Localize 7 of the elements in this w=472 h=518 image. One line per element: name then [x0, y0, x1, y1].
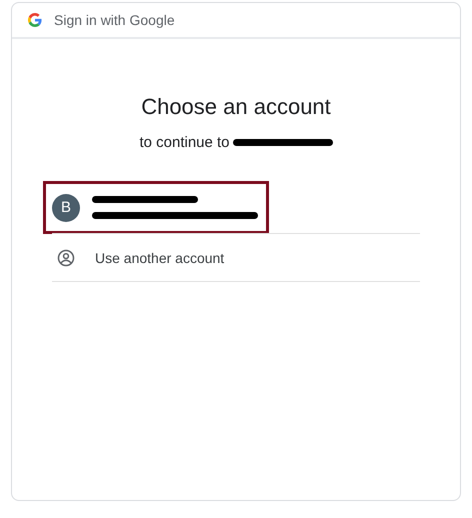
page-heading: Choose an account	[140, 94, 332, 120]
header-title: Sign in with Google	[54, 12, 175, 28]
use-another-account-link[interactable]: Use another account	[95, 250, 224, 266]
avatar[interactable]: B	[52, 194, 80, 222]
account-circle-icon	[57, 248, 75, 266]
subtitle-text: to continue to	[139, 134, 230, 151]
google-logo-icon	[28, 13, 42, 27]
